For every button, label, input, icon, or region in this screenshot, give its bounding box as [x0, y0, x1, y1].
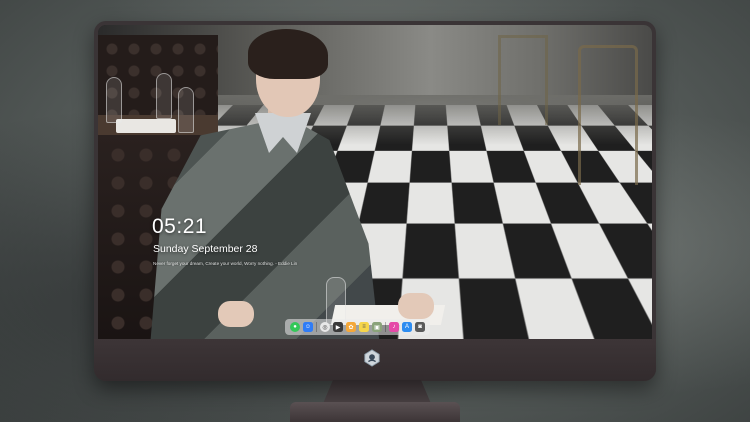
wine-glass — [156, 73, 172, 119]
wine-glass — [106, 77, 122, 123]
dock: ● ☺ ◎ ▶ ✿ ≡ ▣ ♪ A ◙ — [285, 319, 430, 335]
hand — [398, 293, 434, 319]
screen: 05:21 Sunday September 28 Never forget y… — [98, 25, 652, 339]
notes-icon[interactable]: ≡ — [359, 322, 369, 332]
chair — [498, 35, 548, 125]
lock-screen-time: 05:21 — [152, 215, 208, 238]
water-glass — [326, 277, 346, 325]
safari-icon[interactable]: ◎ — [320, 322, 330, 332]
wine-glass — [178, 87, 194, 133]
camera-icon[interactable]: ◙ — [415, 322, 425, 332]
app-store-icon[interactable]: A — [402, 322, 412, 332]
video-icon[interactable]: ▶ — [333, 322, 343, 332]
contacts-icon[interactable]: ▣ — [372, 322, 382, 332]
photos-icon[interactable]: ✿ — [346, 322, 356, 332]
stand-logo-icon — [364, 349, 380, 367]
hand — [218, 301, 254, 327]
chair — [578, 45, 638, 185]
itunes-icon[interactable]: ♪ — [389, 322, 399, 332]
monitor: 05:21 Sunday September 28 Never forget y… — [94, 21, 656, 381]
lock-screen-date: Sunday September 28 — [153, 243, 258, 255]
finder-icon[interactable]: ☺ — [303, 322, 313, 332]
monitor-chin — [94, 339, 656, 381]
monitor-stand-base — [290, 402, 460, 422]
lock-screen-quote: Never forget your dream, Create your wor… — [153, 261, 298, 266]
messages-icon[interactable]: ● — [290, 322, 300, 332]
